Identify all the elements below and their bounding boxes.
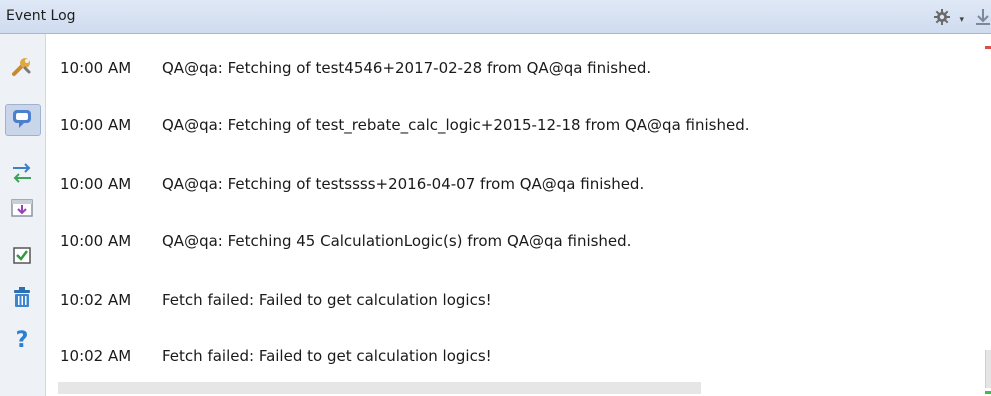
horizontal-scrollbar[interactable] bbox=[58, 382, 701, 394]
sync-arrows-icon[interactable] bbox=[9, 160, 35, 186]
log-entry-message: QA@qa: Fetching of test_rebate_calc_logi… bbox=[162, 116, 750, 134]
log-entry[interactable]: 10:00 AM QA@qa: Fetching of testssss+2016… bbox=[60, 173, 644, 195]
wrench-icon[interactable] bbox=[9, 54, 35, 80]
tool-window-header: Event Log ▾ bbox=[0, 0, 991, 34]
log-entry-time: 10:02 AM bbox=[60, 347, 132, 365]
log-entry[interactable]: 10:00 AM QA@qa: Fetching 45 CalculationLo… bbox=[60, 230, 631, 252]
chevron-down-icon[interactable]: ▾ bbox=[959, 15, 964, 25]
log-entry-time: 10:00 AM bbox=[60, 175, 132, 193]
trash-icon[interactable] bbox=[9, 284, 35, 310]
hide-panel-icon[interactable] bbox=[973, 6, 991, 28]
checkbox-icon[interactable] bbox=[9, 242, 35, 268]
log-entry-message: QA@qa: Fetching of test4546+2017-02-28 f… bbox=[162, 59, 652, 77]
log-entry-time: 10:02 AM bbox=[60, 291, 132, 309]
gear-icon[interactable] bbox=[931, 5, 953, 29]
log-entry[interactable]: 10:00 AM QA@qa: Fetching of test4546+2017… bbox=[60, 57, 651, 79]
log-entry-time: 10:00 AM bbox=[60, 232, 132, 250]
header-actions: ▾ bbox=[911, 5, 991, 29]
event-log-toolbar: ? bbox=[0, 34, 46, 396]
log-entry-message: Fetch failed: Failed to get calculation … bbox=[162, 347, 492, 365]
speech-bubble-icon[interactable] bbox=[9, 106, 35, 132]
event-log-list: 10:00 AM QA@qa: Fetching of test4546+2017… bbox=[46, 34, 991, 396]
log-entry[interactable]: 10:02 AM Fetch failed: Failed to get calc… bbox=[60, 345, 492, 367]
log-entry-message: Fetch failed: Failed to get calculation … bbox=[162, 291, 492, 309]
log-entry[interactable]: 10:00 AM QA@qa: Fetching of test_rebate_c… bbox=[60, 114, 750, 136]
log-entry-time: 10:00 AM bbox=[60, 59, 132, 77]
vertical-scrollbar[interactable] bbox=[985, 350, 991, 388]
log-entry-message: QA@qa: Fetching 45 CalculationLogic(s) f… bbox=[162, 232, 632, 250]
import-icon[interactable] bbox=[9, 194, 35, 220]
tool-window-title: Event Log bbox=[6, 8, 76, 24]
log-entry-message: QA@qa: Fetching of testssss+2016-04-07 f… bbox=[162, 175, 645, 193]
ok-stripe-marker bbox=[985, 391, 991, 394]
log-entry-time: 10:00 AM bbox=[60, 116, 132, 134]
help-icon[interactable]: ? bbox=[9, 328, 35, 354]
log-entry[interactable]: 10:02 AM Fetch failed: Failed to get calc… bbox=[60, 289, 492, 311]
error-stripe-marker bbox=[985, 46, 991, 49]
